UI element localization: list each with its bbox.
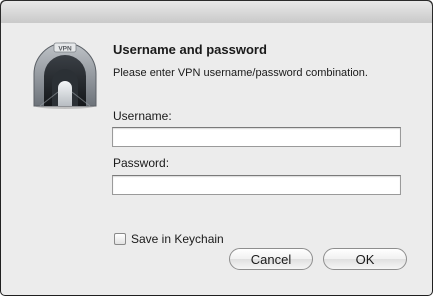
dialog-message: Please enter VPN username/password combi… <box>113 67 368 79</box>
dialog-heading: Username and password <box>113 42 267 57</box>
password-label: Password: <box>113 156 170 170</box>
dialog-window: VPN Username and password Please enter V… <box>0 0 433 296</box>
ok-button[interactable]: OK <box>323 248 407 270</box>
title-bar[interactable] <box>1 1 432 23</box>
cancel-button[interactable]: Cancel <box>229 248 313 270</box>
vpn-badge-text: VPN <box>58 45 72 52</box>
save-keychain-option[interactable]: Save in Keychain <box>114 231 224 247</box>
username-field[interactable] <box>112 127 401 147</box>
dialog-panel: VPN Username and password Please enter V… <box>1 23 432 295</box>
password-field[interactable] <box>112 175 401 195</box>
username-label: Username: <box>113 109 172 123</box>
save-keychain-label[interactable]: Save in Keychain <box>131 232 224 246</box>
save-keychain-checkbox[interactable] <box>114 233 126 245</box>
vpn-tunnel-icon: VPN <box>33 42 97 109</box>
